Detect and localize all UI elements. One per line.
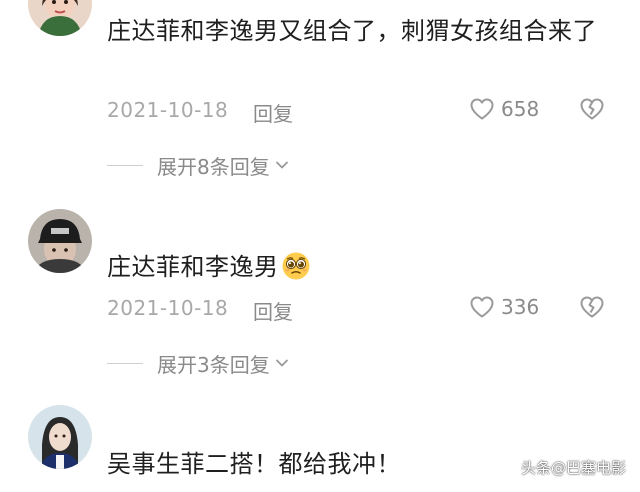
comment-item: 庄达菲和李逸男又组合了，刺猬女孩组合来了 2021-10-18 回复 658 展…	[0, 0, 640, 200]
dislike-button[interactable]	[579, 97, 605, 126]
comment-text: 庄达菲和李逸男又组合了，刺猬女孩组合来了	[107, 17, 597, 45]
expand-replies-button[interactable]: 展开3条回复	[107, 348, 290, 378]
reply-button[interactable]: 回复	[253, 98, 293, 127]
heart-icon	[470, 98, 494, 120]
comment-text: 庄达菲和李逸男	[107, 248, 607, 292]
avatar-image	[28, 0, 92, 36]
avatar[interactable]	[28, 209, 92, 273]
avatar-image	[28, 405, 92, 469]
chevron-down-icon	[275, 359, 288, 367]
heart-icon	[470, 296, 494, 318]
expand-replies-label: 展开8条回复	[157, 154, 270, 179]
dislike-button[interactable]	[579, 295, 605, 324]
comment-meta: 2021-10-18 回复 658	[107, 97, 607, 128]
divider-line	[107, 362, 143, 364]
broken-heart-icon	[580, 296, 604, 318]
pleading-face-emoji	[281, 251, 311, 292]
like-button[interactable]: 336	[469, 295, 539, 319]
comment-meta: 2021-10-18 回复 336	[107, 295, 607, 326]
avatar[interactable]	[28, 405, 92, 469]
comment-item: 庄达菲和李逸男 2021-10-18 回复 336 展开3条回复	[0, 200, 640, 390]
like-button[interactable]: 658	[469, 97, 539, 121]
chevron-down-icon	[275, 161, 288, 169]
avatar-image	[28, 209, 92, 273]
reply-button[interactable]: 回复	[253, 296, 293, 325]
comment-text-content: 庄达菲和李逸男	[107, 253, 279, 281]
like-count: 336	[501, 295, 540, 319]
divider-line	[107, 164, 143, 166]
expand-replies-label: 展开3条回复	[157, 352, 270, 377]
comment-date: 2021-10-18	[107, 296, 229, 320]
expand-replies-button[interactable]: 展开8条回复	[107, 150, 290, 180]
broken-heart-icon	[580, 98, 604, 120]
like-count: 658	[501, 97, 540, 121]
comment-date: 2021-10-18	[107, 98, 229, 122]
avatar[interactable]	[28, 0, 92, 36]
watermark: 头条@巴塞电影	[520, 459, 626, 477]
